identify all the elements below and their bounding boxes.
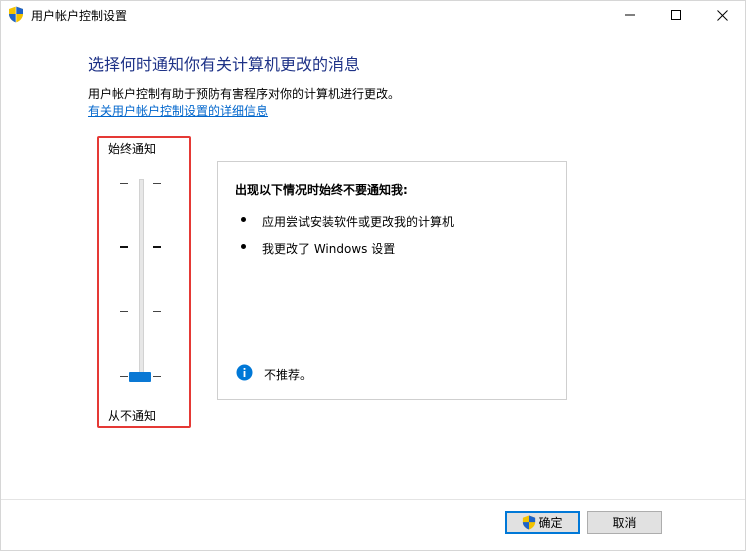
uac-info-link[interactable]: 有关用户帐户控制设置的详细信息 xyxy=(88,102,268,119)
panel-title: 出现以下情况时始终不要通知我: xyxy=(235,183,408,197)
maximize-icon xyxy=(671,10,681,20)
cancel-button[interactable]: 取消 xyxy=(587,511,662,534)
slider-tick-right xyxy=(153,376,161,377)
slider-bottom-label: 从不通知 xyxy=(108,409,157,423)
info-icon xyxy=(236,364,253,381)
uac-shield-icon xyxy=(523,515,536,530)
cancel-button-label: 取消 xyxy=(612,516,637,530)
maximize-button[interactable] xyxy=(653,1,699,29)
bullet-dot xyxy=(241,217,246,222)
ok-button[interactable]: 确定 xyxy=(505,511,580,534)
slider-thumb[interactable] xyxy=(129,372,151,382)
minimize-button[interactable] xyxy=(607,1,653,29)
page-description: 用户帐户控制有助于预防有害程序对你的计算机进行更改。 xyxy=(88,87,401,101)
panel-bullet-item: 应用尝试安装软件或更改我的计算机 xyxy=(262,215,455,229)
slider-tick-left xyxy=(120,311,128,312)
slider-tick-left xyxy=(120,183,128,184)
slider-top-label: 始终通知 xyxy=(108,142,157,156)
page-heading: 选择何时通知你有关计算机更改的消息 xyxy=(88,55,361,74)
ok-button-label: 确定 xyxy=(538,516,563,530)
close-icon xyxy=(716,9,728,21)
uac-shield-icon xyxy=(9,6,23,23)
footer-divider xyxy=(1,499,745,500)
title-bar[interactable]: 用户帐户控制设置 xyxy=(1,1,745,29)
not-recommended-text: 不推荐。 xyxy=(264,368,313,382)
slider-tick-left xyxy=(120,376,128,377)
bullet-dot xyxy=(241,244,246,249)
notification-level-slider-track[interactable] xyxy=(139,179,144,379)
slider-tick-right xyxy=(153,246,161,248)
slider-tick-right xyxy=(153,311,161,312)
uac-settings-window: 用户帐户控制设置 选择何时通知你有关计算机更改的消息 用户帐户控制有助于预防有害… xyxy=(0,0,746,551)
close-button[interactable] xyxy=(699,1,745,29)
window-title: 用户帐户控制设置 xyxy=(31,9,128,23)
slider-highlight-box xyxy=(97,136,191,428)
slider-tick-right xyxy=(153,183,161,184)
panel-bullet-item: 我更改了 Windows 设置 xyxy=(262,242,396,256)
slider-tick-left xyxy=(120,246,128,248)
minimize-icon xyxy=(625,14,635,16)
